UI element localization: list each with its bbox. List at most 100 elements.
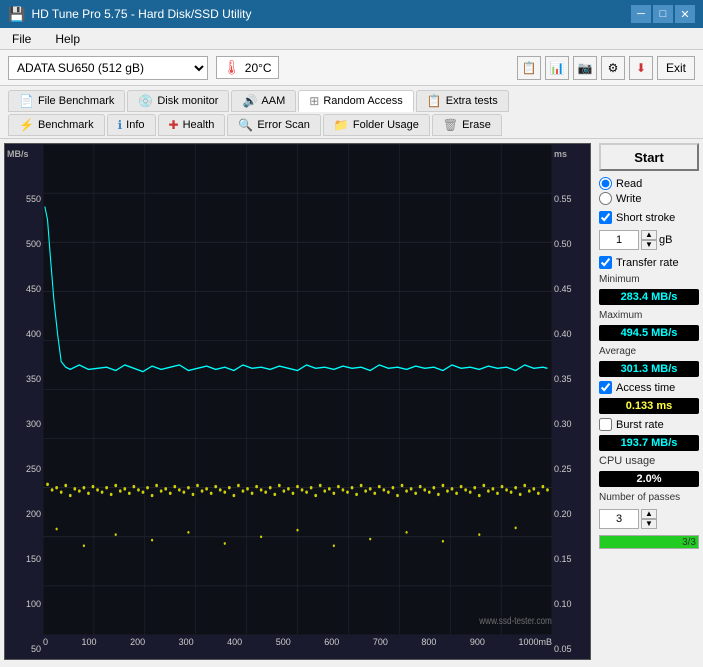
- menu-help[interactable]: Help: [51, 31, 84, 47]
- x-label-200: 200: [130, 637, 145, 647]
- x-label-700: 700: [373, 637, 388, 647]
- x-label-900: 900: [470, 637, 485, 647]
- minimum-label: Minimum: [599, 274, 699, 285]
- passes-label: Number of passes: [599, 492, 699, 503]
- stroke-value-input[interactable]: [599, 230, 639, 250]
- x-axis: 0 100 200 300 400 500 600 700 800 900 10…: [43, 635, 552, 659]
- tab-info[interactable]: ℹ Info: [107, 114, 156, 136]
- radio-write[interactable]: Write: [599, 192, 699, 205]
- error-scan-icon: 🔍: [238, 118, 253, 132]
- access-time-value: 0.133 ms: [599, 398, 699, 414]
- x-label-300: 300: [179, 637, 194, 647]
- icon-btn-4[interactable]: ⚙: [601, 56, 625, 80]
- y-label-150: 150: [7, 554, 41, 564]
- radio-write-input[interactable]: [599, 192, 612, 205]
- tab-health[interactable]: ✚ Health: [158, 114, 226, 136]
- y-label-200: 200: [7, 509, 41, 519]
- tab-file-benchmark[interactable]: 📄 File Benchmark: [8, 90, 125, 112]
- y-axis-right: ms 0.55 0.50 0.45 0.40 0.35 0.30 0.25 0.…: [552, 144, 590, 659]
- y-label-100: 100: [7, 599, 41, 609]
- tab-row-1: 📄 File Benchmark 💿 Disk monitor 🔊 AAM ⊞ …: [8, 90, 695, 112]
- menu-bar: File Help: [0, 28, 703, 50]
- right-panel: Start Read Write Short stroke ▲ ▼ gB: [595, 139, 703, 664]
- burst-rate-checkbox[interactable]: [599, 418, 612, 431]
- y-label-right-035: 0.35: [554, 374, 588, 384]
- short-stroke-check[interactable]: Short stroke: [599, 211, 699, 224]
- maximum-value: 494.5 MB/s: [599, 325, 699, 341]
- radio-read[interactable]: Read: [599, 177, 699, 190]
- maximize-button[interactable]: □: [653, 5, 673, 23]
- progress-text: 3/3: [682, 536, 696, 550]
- title-bar-left: 💾 HD Tune Pro 5.75 - Hard Disk/SSD Utili…: [8, 6, 252, 23]
- tab-extra-tests-label: Extra tests: [446, 95, 498, 107]
- temperature-value: 20°C: [245, 61, 272, 75]
- stroke-unit: gB: [659, 234, 672, 246]
- passes-control: ▲ ▼: [599, 509, 699, 529]
- tab-aam-label: AAM: [261, 95, 285, 107]
- radio-group-readwrite: Read Write: [599, 175, 699, 207]
- close-button[interactable]: ✕: [675, 5, 695, 23]
- chart-area: MB/s 550 500 450 400 350 300 250 200 150…: [4, 143, 591, 660]
- health-icon: ✚: [169, 118, 179, 132]
- access-time-check[interactable]: Access time: [599, 381, 699, 394]
- average-value-text: 301.3 MB/s: [621, 363, 678, 375]
- burst-rate-value: 193.7 MB/s: [599, 435, 699, 451]
- tab-health-label: Health: [183, 119, 215, 131]
- start-button[interactable]: Start: [599, 143, 699, 171]
- tab-aam[interactable]: 🔊 AAM: [231, 90, 296, 112]
- icon-btn-2[interactable]: 📊: [545, 56, 569, 80]
- tab-extra-tests[interactable]: 📋 Extra tests: [416, 90, 509, 112]
- passes-value-input[interactable]: [599, 509, 639, 529]
- y-label-right-055: 0.55: [554, 194, 588, 204]
- drive-select[interactable]: ADATA SU650 (512 gB): [8, 56, 208, 80]
- stroke-spin: ▲ ▼: [641, 230, 657, 250]
- disk-monitor-icon: 💿: [138, 94, 153, 108]
- x-label-600: 600: [324, 637, 339, 647]
- tab-file-benchmark-label: File Benchmark: [38, 95, 114, 107]
- icon-btn-1[interactable]: 📋: [517, 56, 541, 80]
- exit-button[interactable]: Exit: [657, 56, 695, 80]
- tab-benchmark[interactable]: ⚡ Benchmark: [8, 114, 105, 136]
- y-label-250: 250: [7, 464, 41, 474]
- radio-read-input[interactable]: [599, 177, 612, 190]
- stroke-up-button[interactable]: ▲: [641, 230, 657, 240]
- stroke-down-button[interactable]: ▼: [641, 240, 657, 250]
- temperature-display: 🌡 20°C: [216, 56, 279, 79]
- minimize-button[interactable]: ─: [631, 5, 651, 23]
- tab-disk-monitor[interactable]: 💿 Disk monitor: [127, 90, 229, 112]
- short-stroke-label: Short stroke: [616, 212, 675, 224]
- transfer-rate-checkbox[interactable]: [599, 256, 612, 269]
- short-stroke-checkbox[interactable]: [599, 211, 612, 224]
- transfer-rate-check[interactable]: Transfer rate: [599, 256, 699, 269]
- icon-btn-3[interactable]: 📷: [573, 56, 597, 80]
- radio-write-label: Write: [616, 193, 641, 205]
- chart-svg: www.ssd-tester.com.au: [43, 144, 552, 635]
- y-label-right-005: 0.05: [554, 644, 588, 654]
- icon-btn-5[interactable]: ⬇: [629, 56, 653, 80]
- tab-erase[interactable]: 🗑 Erase: [432, 114, 502, 136]
- cpu-usage-label: CPU usage: [599, 455, 699, 467]
- y-axis-left: MB/s 550 500 450 400 350 300 250 200 150…: [5, 144, 43, 659]
- x-label-100: 100: [82, 637, 97, 647]
- access-time-checkbox[interactable]: [599, 381, 612, 394]
- passes-down-button[interactable]: ▼: [641, 519, 657, 529]
- tab-error-scan[interactable]: 🔍 Error Scan: [227, 114, 321, 136]
- info-icon: ℹ: [118, 118, 123, 132]
- y-label-400: 400: [7, 329, 41, 339]
- burst-rate-check[interactable]: Burst rate: [599, 418, 699, 431]
- access-time-label: Access time: [616, 382, 675, 394]
- tab-folder-usage[interactable]: 📁 Folder Usage: [323, 114, 430, 136]
- y-label-right-020: 0.20: [554, 509, 588, 519]
- tab-random-access[interactable]: ⊞ Random Access: [298, 90, 414, 112]
- menu-file[interactable]: File: [8, 31, 35, 47]
- burst-rate-value-text: 193.7 MB/s: [621, 437, 678, 449]
- y-axis-right-title: ms: [554, 149, 588, 159]
- y-label-right-025: 0.25: [554, 464, 588, 474]
- folder-usage-icon: 📁: [334, 118, 349, 132]
- x-label-800: 800: [421, 637, 436, 647]
- stroke-control: ▲ ▼ gB: [599, 230, 699, 250]
- passes-up-button[interactable]: ▲: [641, 509, 657, 519]
- svg-text:www.ssd-tester.com.au: www.ssd-tester.com.au: [478, 615, 552, 626]
- aam-icon: 🔊: [242, 94, 257, 108]
- benchmark-icon: ⚡: [19, 118, 34, 132]
